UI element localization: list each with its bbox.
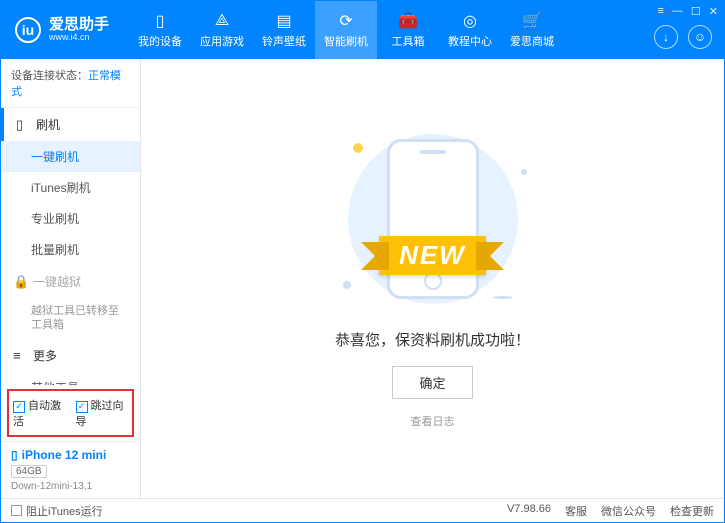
nav-smart-flash[interactable]: ⟳智能刷机 — [315, 1, 377, 59]
wallpaper-icon: ▤ — [276, 12, 291, 30]
phone-icon: ▯ — [156, 12, 165, 30]
maximize-icon[interactable]: ☐ — [691, 5, 701, 18]
checkbox-auto-activate[interactable]: ✓自动激活 — [13, 397, 66, 429]
footer-link-wechat[interactable]: 微信公众号 — [601, 503, 656, 519]
new-ribbon: NEW — [379, 236, 486, 275]
footer-link-support[interactable]: 客服 — [565, 503, 587, 519]
view-log-link[interactable]: 查看日志 — [411, 413, 455, 429]
checkbox-block-itunes[interactable] — [11, 505, 22, 516]
section-jailbreak: 🔒一键越狱 — [1, 265, 140, 298]
block-itunes-label: 阻止iTunes运行 — [26, 503, 103, 519]
success-message: 恭喜您，保资料刷机成功啦！ — [335, 329, 530, 350]
window-controls: ≡ — ☐ ✕ — [657, 5, 718, 18]
download-icon[interactable]: ↓ — [654, 25, 678, 49]
header-right: ↓ ☺ — [654, 25, 712, 49]
compass-icon: ◎ — [463, 12, 477, 30]
section-more[interactable]: ≡更多 — [1, 339, 140, 372]
flash-options-highlight: ✓自动激活 ✓跳过向导 — [7, 389, 134, 437]
main-content: NEW 恭喜您，保资料刷机成功啦！ 确定 查看日志 — [141, 59, 724, 498]
success-illustration: NEW — [323, 129, 543, 309]
phone-small-icon: ▯ — [16, 117, 30, 133]
nav-ringtones[interactable]: ▤铃声壁纸 — [253, 1, 315, 59]
sidebar-item-oneclick-flash[interactable]: 一键刷机 — [1, 141, 140, 172]
nav-store[interactable]: 🛒爱思商城 — [501, 1, 563, 59]
checkbox-skip-guide[interactable]: ✓跳过向导 — [76, 397, 129, 429]
footer-link-update[interactable]: 检查更新 — [670, 503, 714, 519]
minimize-icon[interactable]: — — [672, 5, 683, 18]
device-firmware: Down-12mini-13,1 — [11, 481, 130, 492]
phone-tiny-icon: ▯ — [11, 448, 18, 462]
sidebar-item-itunes-flash[interactable]: iTunes刷机 — [1, 172, 140, 203]
close-icon[interactable]: ✕ — [709, 5, 718, 18]
device-storage: 64GB — [11, 465, 47, 478]
logo-area: iu 爱思助手 www.i4.cn — [1, 17, 123, 43]
cart-icon: 🛒 — [522, 12, 542, 30]
top-nav: ▯我的设备 ⟁应用游戏 ▤铃声壁纸 ⟳智能刷机 🧰工具箱 ◎教程中心 🛒爱思商城 — [129, 1, 563, 59]
app-url: www.i4.cn — [49, 33, 109, 43]
app-header: iu 爱思助手 www.i4.cn ▯我的设备 ⟁应用游戏 ▤铃声壁纸 ⟳智能刷… — [1, 1, 724, 59]
nav-tutorials[interactable]: ◎教程中心 — [439, 1, 501, 59]
user-icon[interactable]: ☺ — [688, 25, 712, 49]
phone-illustration-icon — [387, 139, 479, 299]
nav-toolbox[interactable]: 🧰工具箱 — [377, 1, 439, 59]
footer: 阻止iTunes运行 V7.98.66 客服 微信公众号 检查更新 — [1, 498, 724, 522]
ok-button[interactable]: 确定 — [392, 366, 472, 399]
nav-apps[interactable]: ⟁应用游戏 — [191, 1, 253, 59]
sidebar-item-batch-flash[interactable]: 批量刷机 — [1, 234, 140, 265]
section-flash[interactable]: ▯刷机 — [1, 108, 140, 141]
jailbreak-note: 越狱工具已转移至 工具箱 — [1, 298, 140, 339]
app-title: 爱思助手 — [49, 17, 109, 34]
menu-icon[interactable]: ≡ — [657, 5, 663, 18]
connected-device[interactable]: ▯iPhone 12 mini 64GB Down-12mini-13,1 — [1, 441, 140, 498]
logo-icon: iu — [15, 17, 41, 43]
sidebar-item-pro-flash[interactable]: 专业刷机 — [1, 203, 140, 234]
device-status: 设备连接状态：正常模式 — [1, 59, 140, 108]
sidebar-item-other-tools[interactable]: 其他工具 — [1, 372, 140, 385]
more-icon: ≡ — [13, 348, 27, 363]
refresh-icon: ⟳ — [339, 12, 352, 30]
sidebar: 设备连接状态：正常模式 ▯刷机 一键刷机 iTunes刷机 专业刷机 批量刷机 … — [1, 59, 141, 498]
apps-icon: ⟁ — [215, 12, 229, 30]
toolbox-icon: 🧰 — [398, 12, 418, 30]
nav-my-device[interactable]: ▯我的设备 — [129, 1, 191, 59]
lock-icon: 🔒 — [13, 274, 27, 290]
version-label: V7.98.66 — [507, 503, 551, 519]
